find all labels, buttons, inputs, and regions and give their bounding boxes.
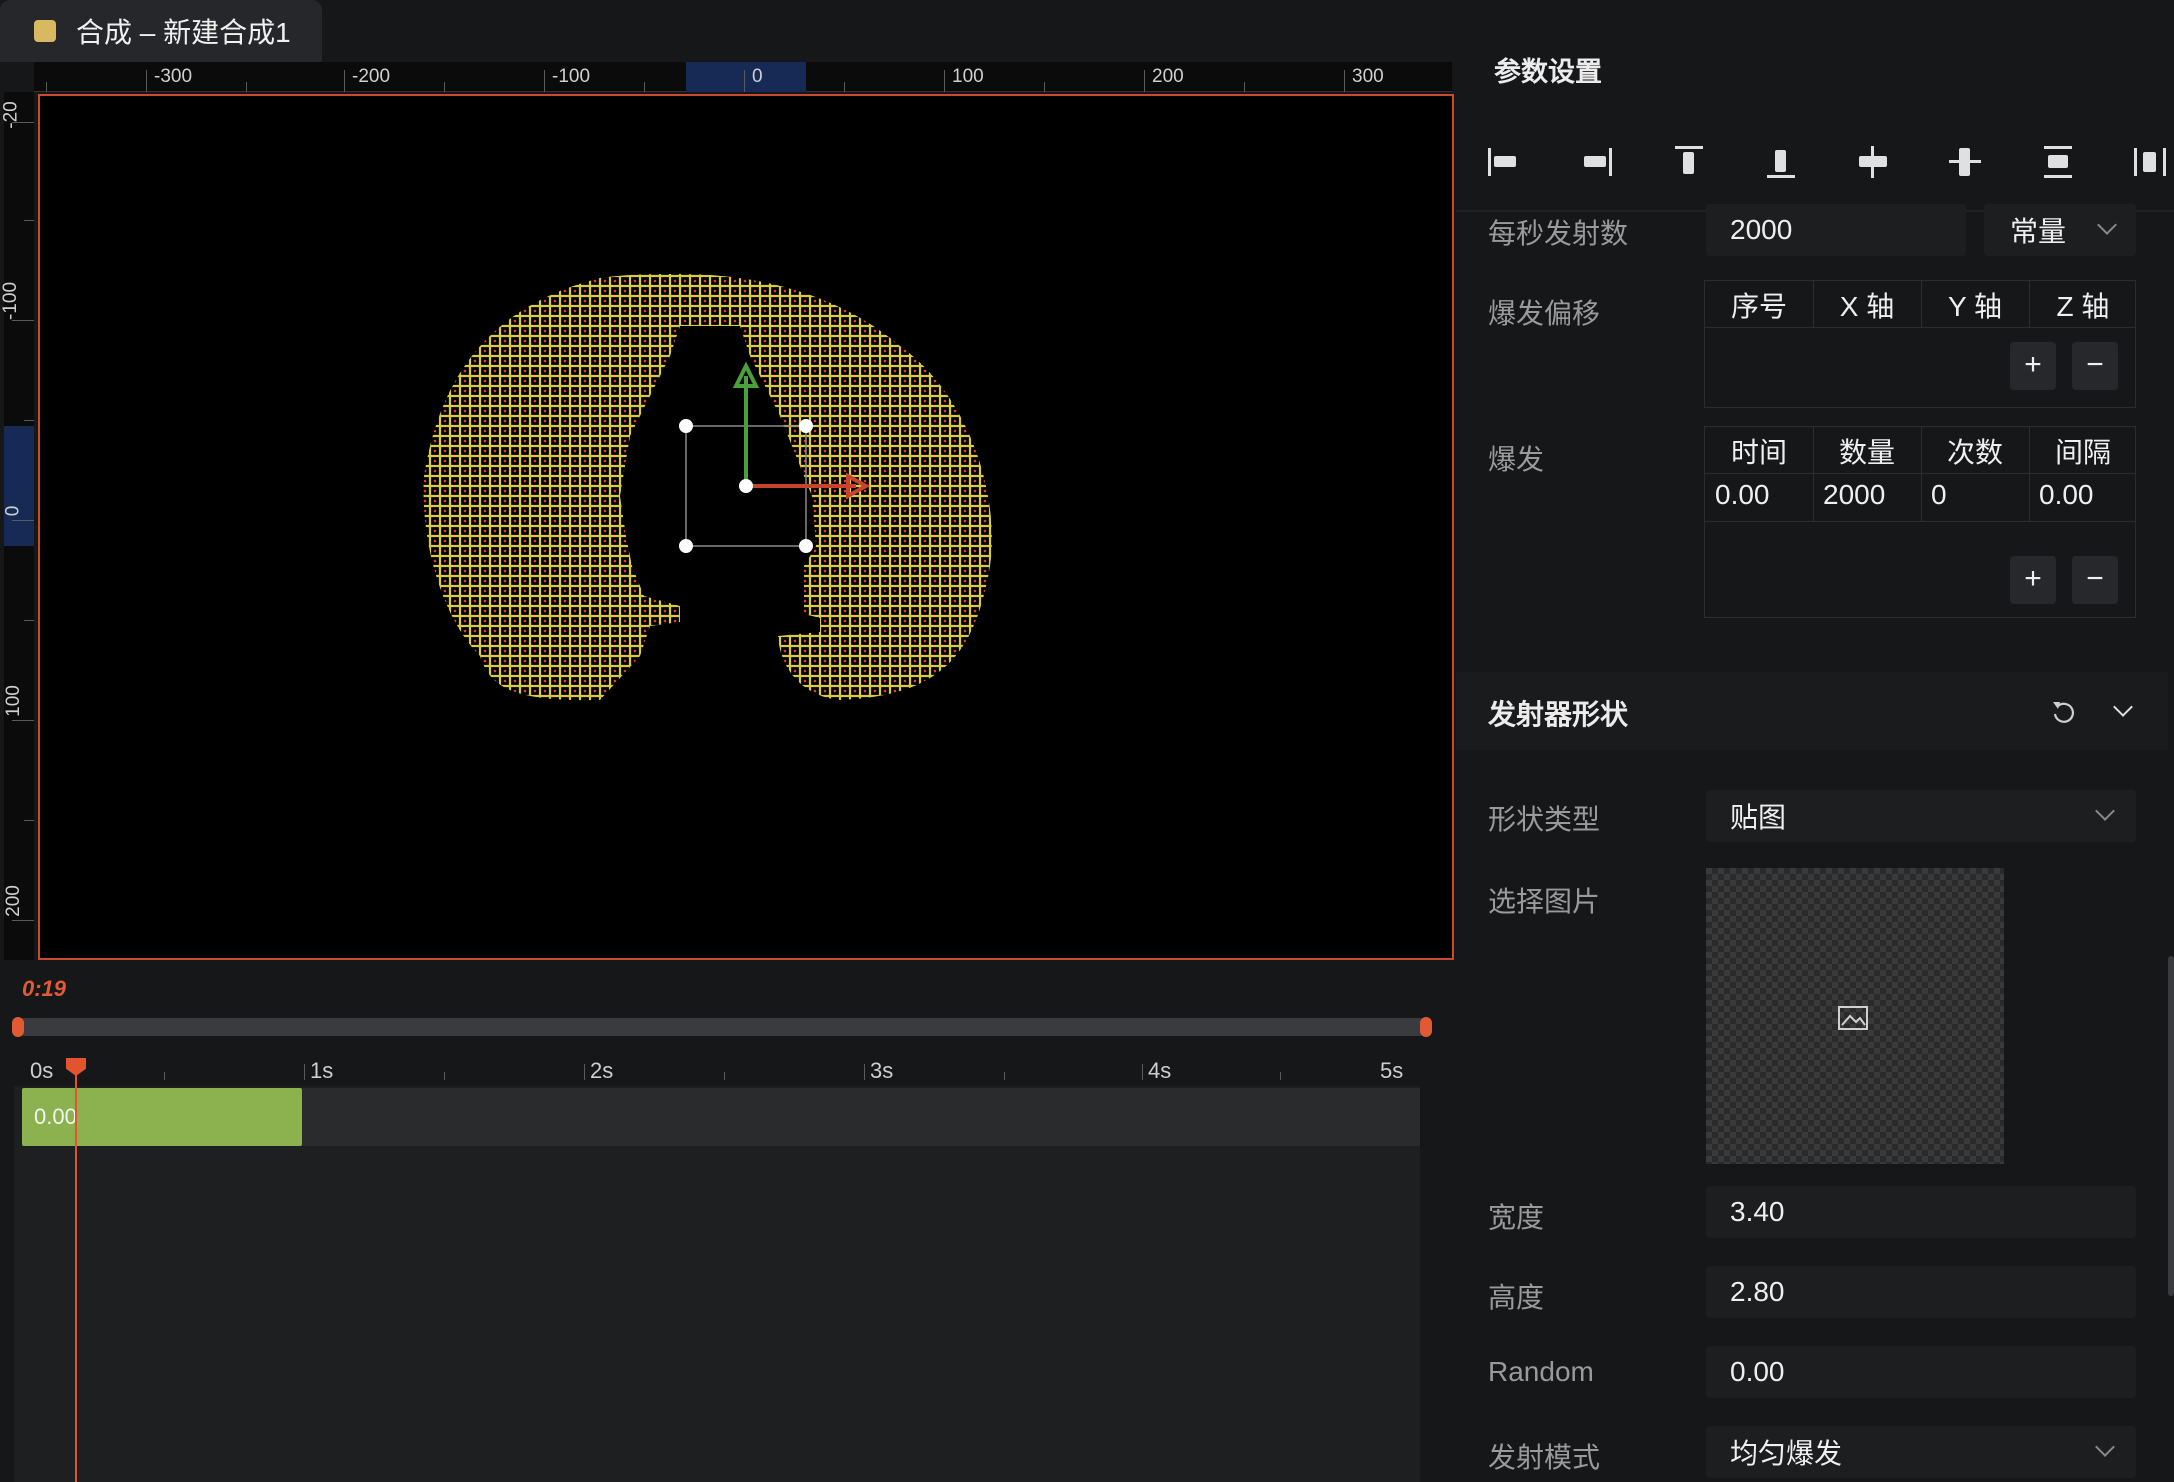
align-right-icon[interactable] bbox=[1576, 142, 1616, 182]
table-header: X 轴 bbox=[1839, 291, 1895, 322]
timeline-ruler: 0s 1s 2s 3s 4s 5s bbox=[14, 1054, 1454, 1086]
ruler-highlight bbox=[686, 62, 806, 92]
emit-rate-mode-select[interactable]: 常量 bbox=[1984, 204, 2136, 256]
shape-type-label: 形状类型 bbox=[1488, 804, 1601, 835]
emit-mode-value: 均匀爆发 bbox=[1730, 1438, 1843, 1469]
app-window: 合成 – 新建合成1 -300 -200 -100 0 100 200 300 bbox=[0, 0, 2174, 1482]
table-header: 时间 bbox=[1730, 437, 1787, 468]
current-timecode: 0:19 bbox=[22, 976, 67, 1001]
random-label: Random bbox=[1488, 1356, 1594, 1387]
vertical-ruler: -20 -100 0 100 200 bbox=[0, 92, 34, 960]
ruler-label: 300 bbox=[1352, 66, 1384, 87]
ruler-label: -100 bbox=[0, 281, 22, 321]
section-title: 发射器形状 bbox=[1488, 699, 1629, 730]
time-mark: 2s bbox=[590, 1058, 614, 1083]
ruler-label: -20 bbox=[0, 101, 22, 129]
ruler-label: -100 bbox=[552, 66, 591, 87]
width-label: 宽度 bbox=[1488, 1202, 1545, 1233]
chevron-down-icon bbox=[2097, 215, 2117, 235]
burst-time-cell[interactable]: 0.00 bbox=[1715, 479, 1770, 511]
horizontal-ruler: -300 -200 -100 0 100 200 300 bbox=[34, 62, 1452, 92]
playhead-line bbox=[75, 1060, 77, 1482]
time-mark: 5s bbox=[1380, 1058, 1404, 1083]
table-header: Z 轴 bbox=[2056, 291, 2110, 322]
burst-label: 爆发 bbox=[1488, 444, 1545, 475]
align-top-icon[interactable] bbox=[1669, 142, 1709, 182]
table-header: 数量 bbox=[1838, 437, 1895, 468]
ruler-label: 0 bbox=[2, 505, 24, 517]
preview-canvas[interactable] bbox=[38, 94, 1454, 960]
distribute-horizontal-icon[interactable] bbox=[2130, 142, 2170, 182]
panel-title: 参数设置 bbox=[1494, 57, 1602, 87]
table-header: 序号 bbox=[1730, 291, 1787, 322]
ruler-label: -300 bbox=[154, 66, 193, 87]
align-center-horizontal-icon[interactable] bbox=[1945, 142, 1985, 182]
particle-grid bbox=[423, 274, 992, 701]
height-label: 高度 bbox=[1488, 1282, 1545, 1313]
composition-color-icon bbox=[34, 20, 56, 42]
image-icon bbox=[1838, 1006, 1868, 1030]
image-picker[interactable] bbox=[1706, 868, 2004, 1164]
chevron-down-icon bbox=[2095, 1437, 2115, 1457]
ruler-highlight bbox=[4, 426, 34, 546]
align-bottom-icon[interactable] bbox=[1761, 142, 1801, 182]
table-header: 间隔 bbox=[2054, 437, 2111, 468]
emit-rate-mode-value: 常量 bbox=[2010, 216, 2067, 247]
select-image-label: 选择图片 bbox=[1488, 886, 1601, 917]
burst-interval-cell[interactable]: 0.00 bbox=[2039, 479, 2094, 511]
chevron-down-icon bbox=[2095, 801, 2115, 821]
composition-tab-title: 合成 – 新建合成1 bbox=[76, 17, 291, 48]
remove-burst-button[interactable]: − bbox=[2072, 556, 2118, 604]
burst-offset-label: 爆发偏移 bbox=[1488, 298, 1601, 329]
align-left-icon[interactable] bbox=[1484, 142, 1524, 182]
ruler-label: 200 bbox=[1152, 66, 1184, 87]
add-burst-offset-button[interactable]: + bbox=[2010, 342, 2056, 390]
time-mark: 0s bbox=[30, 1058, 54, 1083]
remove-burst-offset-button[interactable]: − bbox=[2072, 342, 2118, 390]
time-mark: 1s bbox=[310, 1058, 334, 1083]
ruler-label: 0 bbox=[752, 66, 763, 87]
emit-rate-input[interactable]: 2000 bbox=[1706, 204, 1966, 256]
table-header: 次数 bbox=[1946, 437, 2003, 468]
ruler-label: 200 bbox=[2, 885, 24, 917]
height-input[interactable]: 2.80 bbox=[1706, 1266, 2136, 1318]
align-center-vertical-icon[interactable] bbox=[1853, 142, 1893, 182]
reset-icon[interactable] bbox=[2050, 698, 2078, 726]
emit-mode-label: 发射模式 bbox=[1488, 1442, 1601, 1473]
scroll-end-handle[interactable] bbox=[1420, 1017, 1432, 1037]
burst-cycles-cell[interactable]: 0 bbox=[1931, 479, 1947, 511]
shape-type-select[interactable]: 贴图 bbox=[1706, 790, 2136, 842]
scroll-start-handle[interactable] bbox=[12, 1017, 24, 1037]
timeline-clip[interactable]: 0.00 bbox=[22, 1088, 302, 1146]
distribute-vertical-icon[interactable] bbox=[2038, 142, 2078, 182]
align-toolbar bbox=[1484, 140, 2170, 184]
ruler-label: 100 bbox=[952, 66, 984, 87]
emit-mode-select[interactable]: 均匀爆发 bbox=[1706, 1426, 2136, 1478]
table-header: Y 轴 bbox=[1948, 291, 2002, 322]
burst-count-cell[interactable]: 2000 bbox=[1823, 479, 1885, 511]
add-burst-button[interactable]: + bbox=[2010, 556, 2056, 604]
composition-tab[interactable]: 合成 – 新建合成1 bbox=[0, 0, 322, 62]
random-input[interactable]: 0.00 bbox=[1706, 1346, 2136, 1398]
particle-emitter-preview bbox=[423, 274, 992, 701]
time-mark: 4s bbox=[1148, 1058, 1172, 1083]
panel-scrollbar[interactable] bbox=[2168, 956, 2174, 1296]
width-input[interactable]: 3.40 bbox=[1706, 1186, 2136, 1238]
time-mark: 3s bbox=[870, 1058, 894, 1083]
ruler-label: -200 bbox=[352, 66, 391, 87]
emit-rate-label: 每秒发射数 bbox=[1488, 218, 1629, 249]
shape-type-value: 贴图 bbox=[1730, 802, 1787, 833]
ruler-label: 100 bbox=[2, 685, 24, 717]
timeline-scrollbar[interactable] bbox=[16, 1018, 1428, 1036]
